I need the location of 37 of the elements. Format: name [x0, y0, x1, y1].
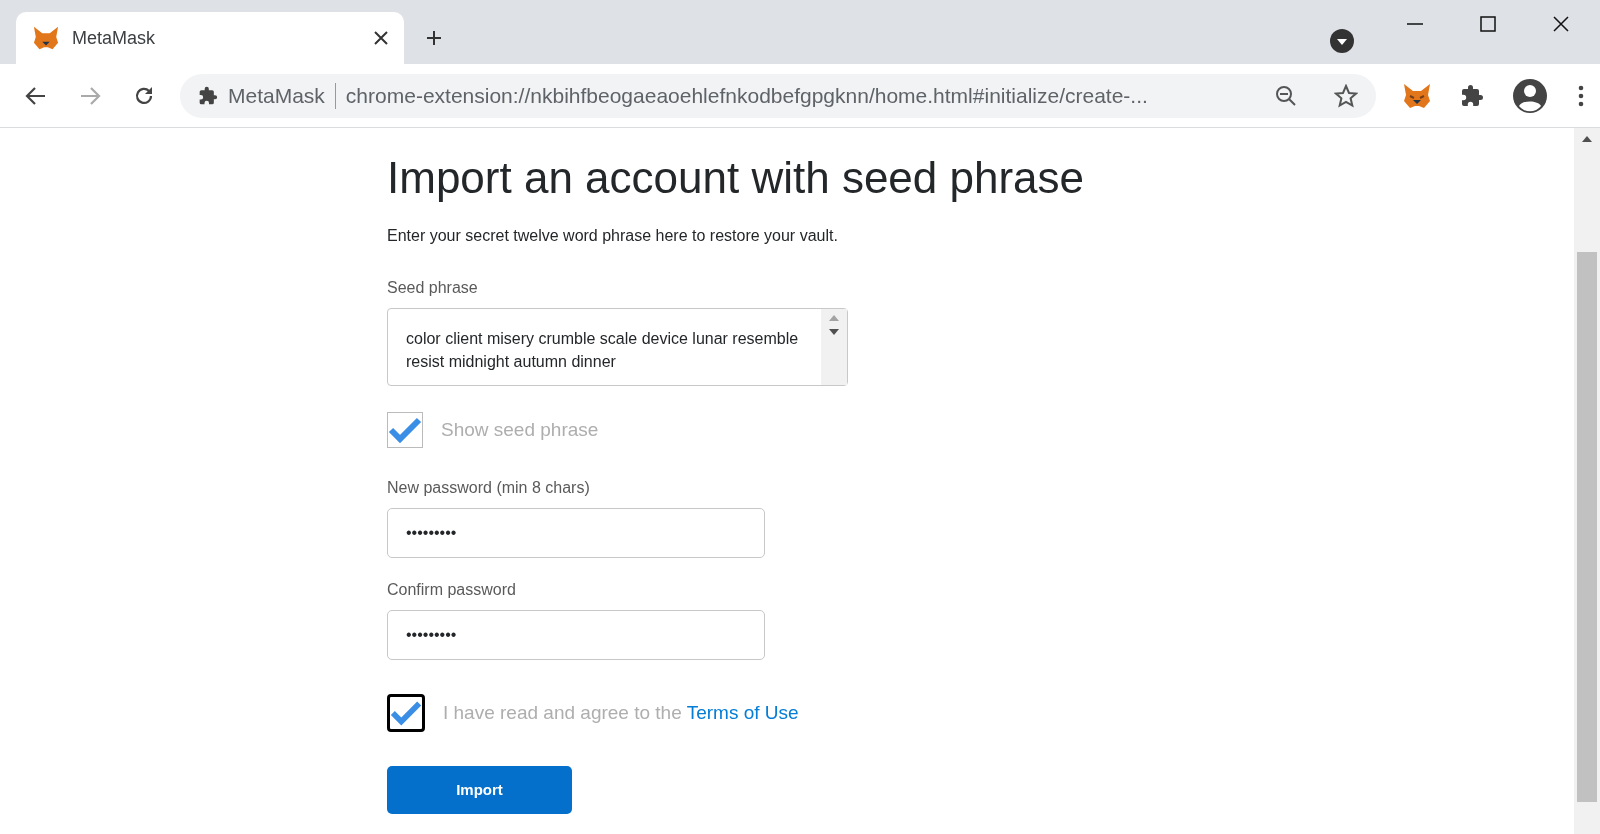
back-arrow-icon[interactable] [25, 84, 47, 107]
password-field[interactable]: ••••••••• [387, 508, 765, 558]
url-text: chrome-extension://nkbihfbeogaeaoehlefnkodbefgpgknn/home.html#initialize/create-... [345, 82, 1148, 109]
terms-link[interactable]: Terms of Use [686, 701, 799, 723]
fox-icon[interactable] [1402, 81, 1432, 110]
fox-icon [32, 25, 60, 51]
show-seed-label: Show seed phrase [441, 417, 599, 442]
close-icon[interactable] [1553, 16, 1569, 32]
zoom-out-icon[interactable] [1274, 83, 1298, 108]
plus-icon[interactable] [425, 29, 443, 47]
tab-search-icon[interactable] [1330, 29, 1354, 53]
seed-phrase-field[interactable]: color client misery crumble scale device lunar resemble resist midnight autumn dinner [387, 308, 848, 386]
terms-text: I have read and agree to the Terms of Use [443, 700, 799, 725]
site-label: MetaMask [228, 82, 325, 109]
profile-icon[interactable] [1512, 77, 1548, 114]
terms-checkbox[interactable] [387, 694, 425, 732]
import-button[interactable]: Import [387, 766, 572, 814]
scroll-down-icon[interactable] [829, 329, 839, 335]
puzzle-icon [198, 85, 218, 106]
close-tab-icon[interactable] [374, 31, 388, 45]
address-bar[interactable]: MetaMask chrome-extension://nkbihfbeogaeaoehlefnkodbefgpgknn/home.html#initialize/create-... [180, 73, 1376, 118]
puzzle-icon[interactable] [1460, 83, 1484, 108]
scrollbar[interactable] [821, 309, 847, 385]
page-heading: Import an account with seed phrase [387, 152, 1086, 204]
password-label: Confirm password [387, 580, 517, 600]
seed-phrase-label: Seed phrase [387, 278, 479, 298]
page-scrollbar[interactable] [1574, 128, 1600, 834]
show-seed-checkbox[interactable] [387, 412, 423, 448]
password-field[interactable]: ••••••••• [387, 610, 765, 660]
password-label: New password (min 8 chars) [387, 478, 591, 498]
description-text: Enter your secret twelve word phrase here to restore your vault. [387, 226, 839, 246]
maximize-icon[interactable] [1480, 16, 1496, 32]
browser-tab[interactable]: MetaMask [16, 12, 404, 64]
menu-icon[interactable] [1578, 84, 1584, 107]
star-icon[interactable] [1334, 83, 1358, 108]
tab-title: MetaMask [72, 26, 157, 50]
scroll-up-icon[interactable] [1582, 136, 1592, 142]
